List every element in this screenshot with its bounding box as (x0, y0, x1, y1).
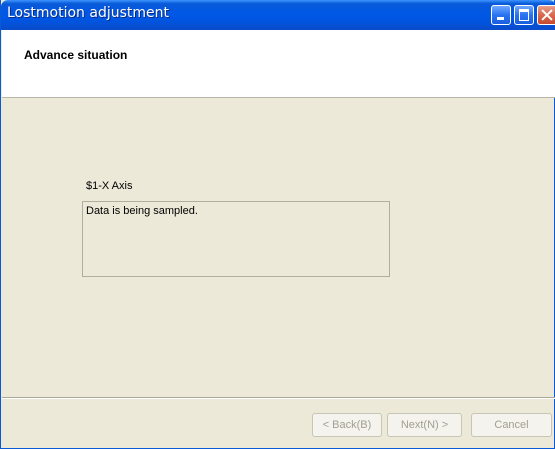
title-bar[interactable]: Lostmotion adjustment (1, 0, 555, 30)
wizard-window: Lostmotion adjustment Advance situation … (0, 0, 555, 449)
wizard-header: Advance situation (2, 30, 555, 98)
cancel-button[interactable]: Cancel (471, 413, 552, 437)
maximize-icon[interactable] (514, 5, 534, 25)
close-icon[interactable] (537, 5, 555, 25)
next-button[interactable]: Next(N) > (387, 413, 462, 437)
back-button[interactable]: < Back(B) (312, 413, 382, 437)
status-box: Data is being sampled. (82, 201, 390, 277)
minimize-icon[interactable] (491, 5, 511, 25)
footer-divider (2, 397, 555, 399)
axis-label: $1-X Axis (86, 180, 133, 192)
status-message: Data is being sampled. (86, 205, 198, 217)
page-title: Advance situation (24, 48, 128, 62)
window-title: Lostmotion adjustment (7, 5, 169, 21)
